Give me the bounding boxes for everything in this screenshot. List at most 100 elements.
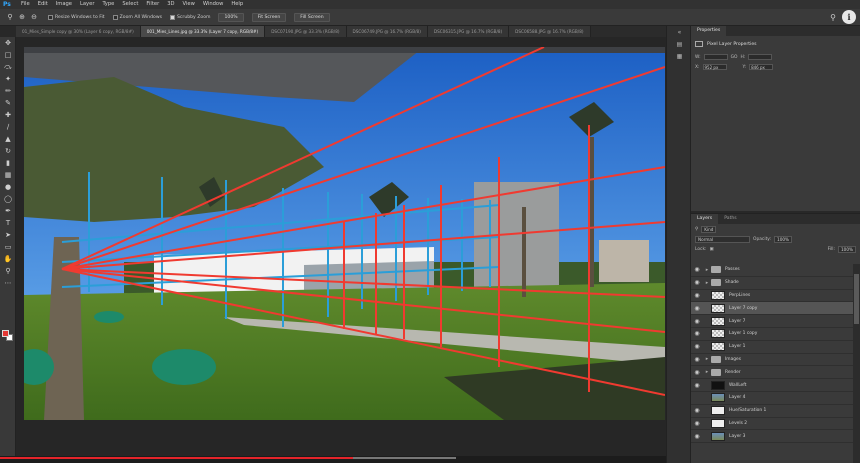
history-panel-icon[interactable]: ▤ [667,38,692,50]
layer-row[interactable]: ◉ ▸ Images [691,354,853,367]
eraser-tool-icon[interactable]: ▮ [0,157,16,169]
lasso-tool-icon[interactable]: ⤼ [0,61,16,73]
zoom-out-icon[interactable]: ⊖ [28,12,40,22]
visibility-eye-icon[interactable]: ◉ [691,356,703,363]
fit-screen-button[interactable]: Fit Screen [251,12,287,22]
expand-arrow-icon[interactable]: ▸ [703,280,711,286]
properties-panel-icon[interactable]: ▦ [667,50,692,62]
visibility-eye-icon[interactable]: ◉ [691,266,703,273]
move-tool-icon[interactable]: ✥ [0,37,16,49]
layer-row[interactable]: ◉ Layer 1 [691,341,853,354]
history-brush-icon[interactable]: ↻ [0,145,16,157]
opacity-field[interactable]: 100% [774,235,793,243]
width-field[interactable] [703,54,728,60]
zoom-100-button[interactable]: 100% [218,12,244,22]
zoom-tool-icon[interactable]: ⚲ [4,12,16,22]
tab-layers[interactable]: Layers [691,214,719,224]
info-icon[interactable]: i [842,10,856,24]
type-tool-icon[interactable]: T [0,217,16,229]
zoom-tool-icon[interactable]: ⚲ [0,265,16,277]
expand-arrow-icon[interactable]: ▸ [703,356,711,362]
visibility-eye-icon[interactable]: ◉ [691,420,703,427]
menu-edit[interactable]: Edit [34,0,52,9]
kind-select[interactable]: Kind [701,225,717,233]
document-canvas[interactable] [24,47,665,420]
menu-image[interactable]: Image [52,0,76,9]
eyedropper-tool-icon[interactable]: ✎ [0,97,16,109]
visibility-eye-icon[interactable]: ◉ [691,433,703,440]
visibility-eye-icon[interactable]: ◉ [691,407,703,414]
layer-row[interactable]: ◉ PerpLines [691,290,853,303]
visibility-eye-icon[interactable]: ◉ [691,369,703,376]
menu-view[interactable]: View [179,0,199,9]
tab-paths[interactable]: Paths [718,214,743,224]
height-field[interactable] [748,54,773,60]
tab-properties[interactable]: Properties [691,26,727,36]
pen-tool-icon[interactable]: ✒ [0,205,16,217]
scrubby-zoom-checkbox[interactable]: Scrubby Zoom [169,14,210,20]
layer-row[interactable]: ◉ Layer 7 [691,315,853,328]
brush-tool-icon[interactable]: ∕ [0,121,16,133]
doc-tab[interactable]: DSC06315.JPG @ 16.7% (RGB/8) [427,26,510,37]
clone-stamp-icon[interactable]: ▲ [0,133,16,145]
doc-tab[interactable]: DSC06749.JPG @ 16.7% (RGB/8) [346,26,428,37]
foreground-color-swatch[interactable] [2,330,9,337]
layer-row[interactable]: ◉ ▸ Render [691,366,853,380]
scroll-thumb[interactable] [854,274,859,324]
menu-select[interactable]: Select [118,0,142,9]
fill-screen-button[interactable]: Fill Screen [294,12,330,22]
layer-row[interactable]: ◉ Layer 3 [691,430,853,444]
link-button[interactable]: GO [731,55,738,60]
menu-type[interactable]: Type [98,0,118,9]
blend-mode-select[interactable]: Normal [695,235,750,243]
dodge-tool-icon[interactable]: ◯ [0,193,16,205]
layer-row[interactable]: ◉ ▸ Passes [691,264,853,277]
doc-tab[interactable]: DSC07190.JPG @ 33.3% (RGB/8) [265,26,347,37]
expand-arrow-icon[interactable]: ▸ [703,369,711,375]
healing-brush-icon[interactable]: ✚ [0,109,16,121]
y-field[interactable]: 846 px [749,64,774,70]
menu-layer[interactable]: Layer [76,0,98,9]
hand-tool-icon[interactable]: ✋ [0,253,16,265]
gradient-tool-icon[interactable]: ▦ [0,169,16,181]
visibility-eye-icon[interactable]: ◉ [691,382,703,389]
visibility-eye-icon[interactable]: ◉ [691,305,703,312]
zoom-all-windows-checkbox[interactable]: Zoom All Windows [112,14,162,20]
quick-select-tool-icon[interactable]: ✦ [0,73,16,85]
layer-row[interactable]: ◉ Levels 2 [691,418,853,431]
layer-row[interactable]: Layer 4 [691,392,853,405]
menu-3d[interactable]: 3D [163,0,178,9]
search-icon[interactable]: ⚲ [830,13,836,22]
visibility-eye-icon[interactable]: ◉ [691,292,703,299]
more-tools-icon[interactable]: ⋯ [0,277,16,289]
layer-row[interactable]: ◉ ▸ Shade [691,277,853,290]
layer-row[interactable]: ◉ Layer 7 copy [691,302,853,316]
blur-tool-icon[interactable]: ● [0,181,16,193]
menu-window[interactable]: Window [199,0,227,9]
visibility-eye-icon[interactable]: ◉ [691,279,703,286]
crop-tool-icon[interactable]: ✏ [0,85,16,97]
layer-row[interactable]: ◉ Hue/Saturation 1 [691,405,853,418]
fill-field[interactable]: 100% [838,245,856,253]
marquee-tool-icon[interactable]: □ [0,49,16,61]
lock-icon[interactable]: ▣ [710,247,714,252]
visibility-eye-icon[interactable]: ◉ [691,318,703,325]
doc-tab[interactable]: 01_Mies_Simple copy @ 30% (Layer 6 copy,… [16,26,141,37]
menu-file[interactable]: File [17,0,34,9]
layer-row[interactable]: ◉ WallLeft [691,379,853,392]
doc-tab[interactable]: DSC06588.JPG @ 16.7% (RGB/8) [509,26,591,37]
resize-windows-checkbox[interactable]: Resize Windows to Fit [48,14,105,20]
layer-row[interactable]: ◉ Layer 1 copy [691,328,853,341]
collapse-arrows-icon[interactable]: « [667,26,692,38]
path-select-icon[interactable]: ➤ [0,229,16,241]
doc-tab-active[interactable]: 001_Mies_Lines.jpg @ 33.3% (Layer 7 copy… [140,26,266,37]
x-field[interactable]: 952 px [702,64,727,70]
zoom-in-icon[interactable]: ⊕ [16,12,28,22]
layers-scrollbar[interactable] [853,264,860,463]
visibility-eye-icon[interactable]: ◉ [691,330,703,337]
rectangle-tool-icon[interactable]: ▭ [0,241,16,253]
menu-help[interactable]: Help [227,0,247,9]
visibility-eye-icon[interactable]: ◉ [691,343,703,350]
expand-arrow-icon[interactable]: ▸ [703,267,711,273]
menu-filter[interactable]: Filter [142,0,163,9]
